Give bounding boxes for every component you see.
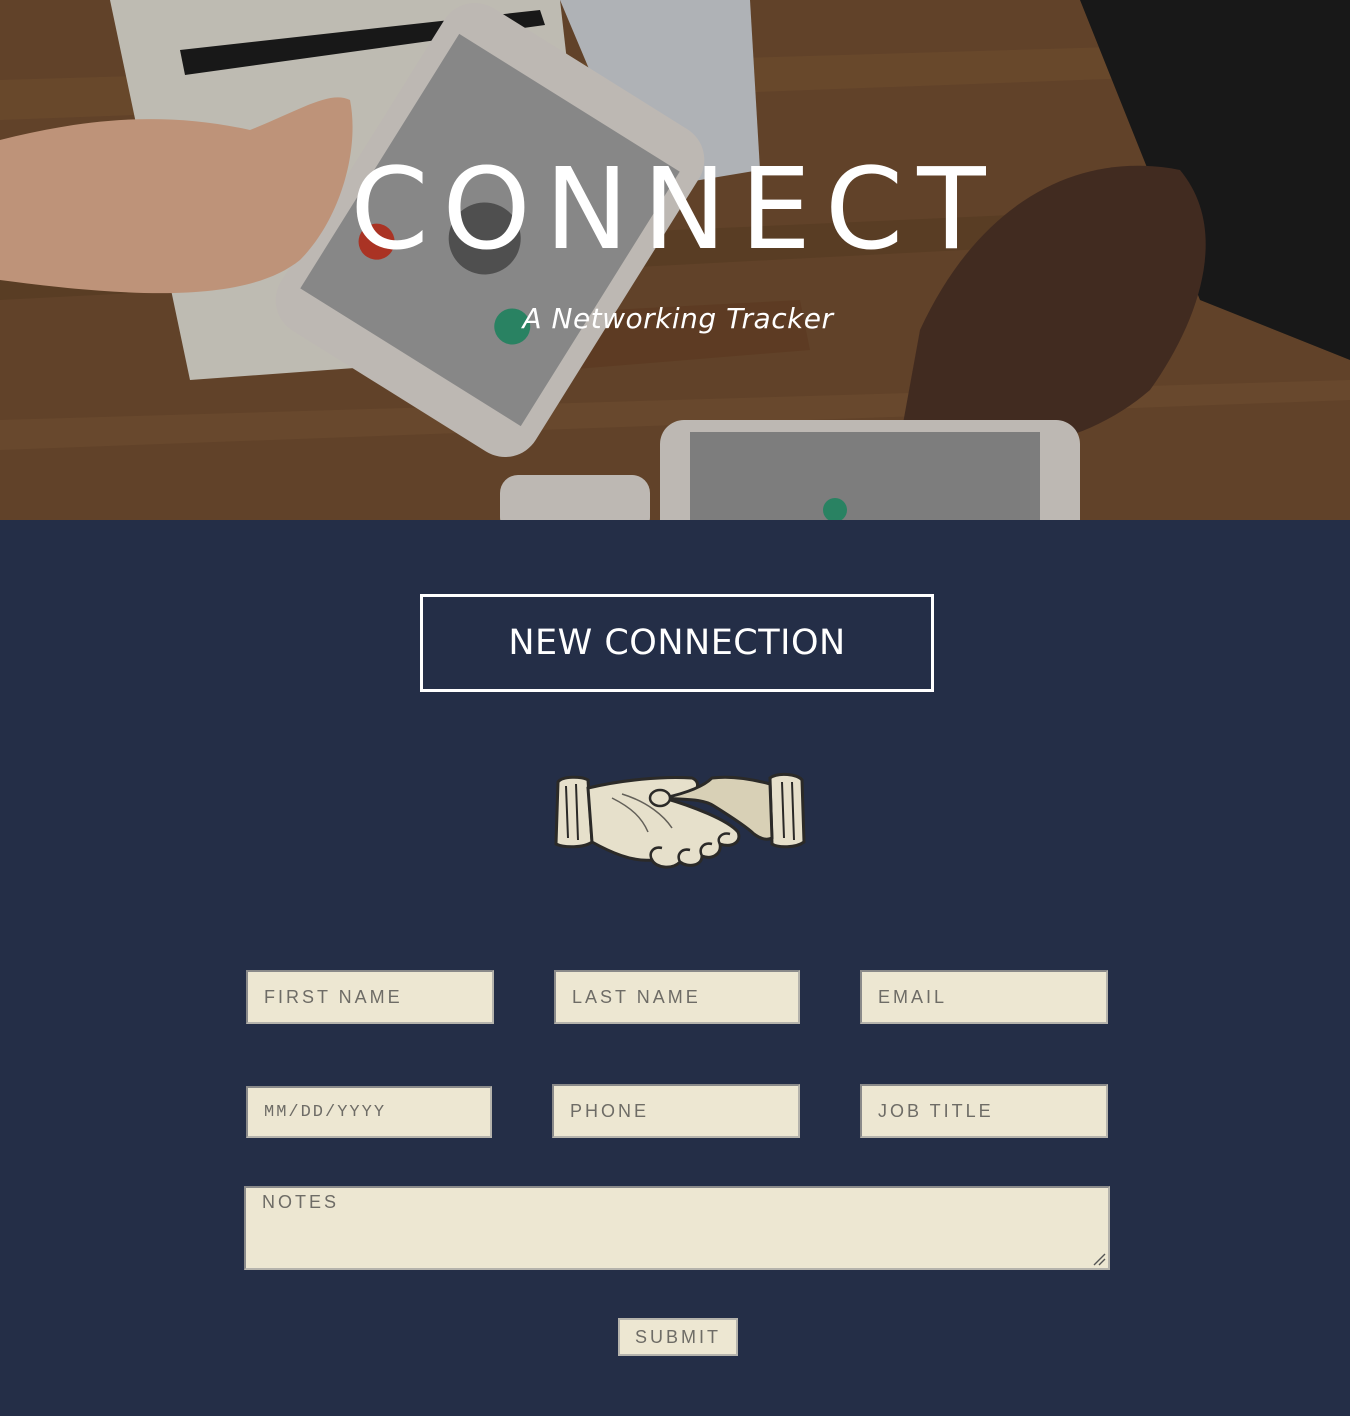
- app-title: CONNECT: [350, 145, 1000, 275]
- email-input[interactable]: EMAIL: [860, 970, 1108, 1024]
- first-name-input[interactable]: FIRST NAME: [246, 970, 494, 1024]
- notes-placeholder: NOTES: [262, 1192, 340, 1212]
- handshake-icon: [554, 772, 806, 869]
- notes-textarea[interactable]: NOTES: [244, 1186, 1110, 1270]
- app-subtitle: A Networking Tracker: [522, 302, 834, 335]
- date-input[interactable]: MM/DD/YYYY: [246, 1086, 492, 1138]
- new-connection-button[interactable]: NEW CONNECTION: [420, 594, 934, 692]
- last-name-input[interactable]: LAST NAME: [554, 970, 800, 1024]
- submit-button[interactable]: SUBMIT: [618, 1318, 738, 1356]
- resize-grip-icon[interactable]: [1092, 1252, 1106, 1266]
- hero-banner: CONNECT A Networking Tracker: [0, 0, 1350, 520]
- job-title-input[interactable]: JOB TITLE: [860, 1084, 1108, 1138]
- phone-input[interactable]: PHONE: [552, 1084, 800, 1138]
